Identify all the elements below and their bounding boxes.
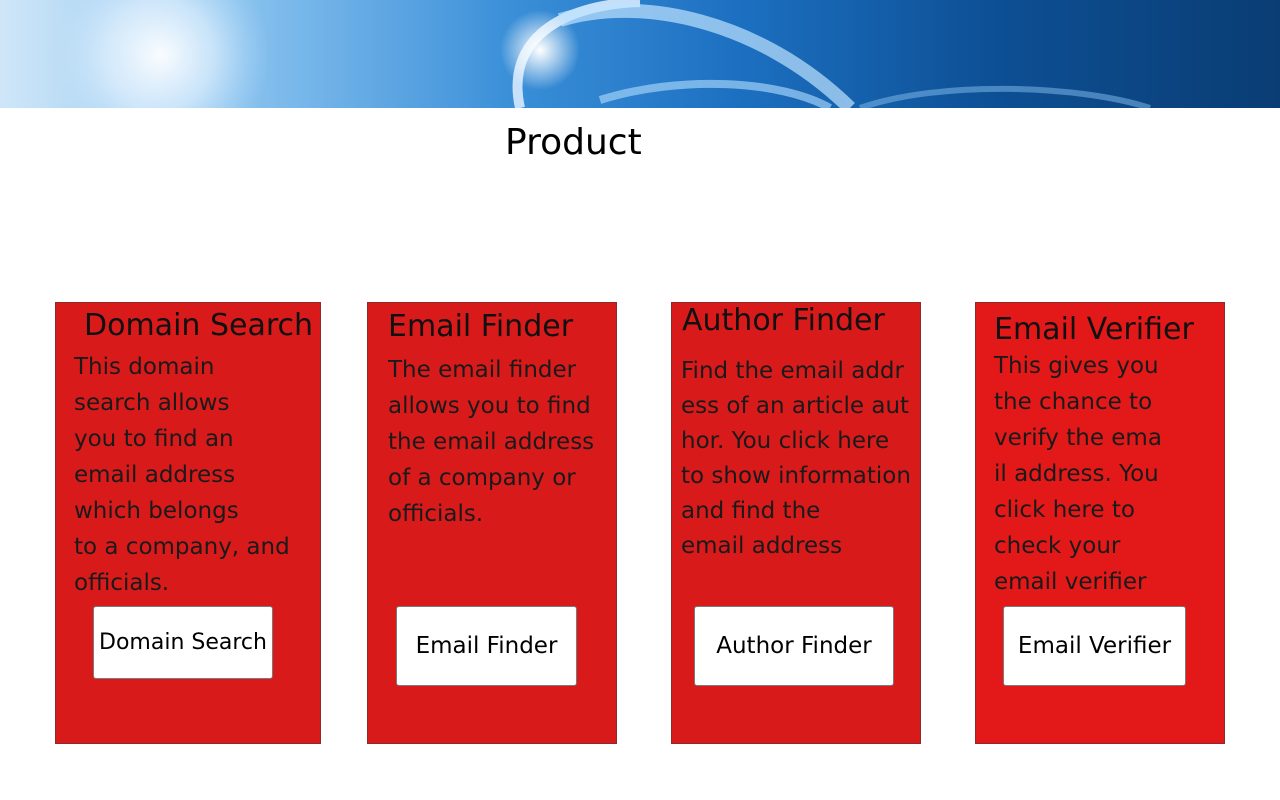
product-card-domain-search: Domain Search This domain search allows … (55, 302, 321, 744)
card-description-line: officials. (74, 570, 170, 596)
header-banner-image (0, 0, 1280, 108)
card-description-line: The email finder (388, 357, 577, 383)
product-card-email-finder: Email Finder The email finder allows you… (367, 302, 617, 744)
card-description-line: the chance to (994, 389, 1153, 415)
card-description-line: allows you to find (388, 393, 591, 419)
card-description-line: il address. You (994, 461, 1159, 487)
card-description-line: to a company, and (74, 534, 290, 560)
card-description: This gives you the chance to verify the … (994, 348, 1162, 600)
card-description: Find the email addr ess of an article au… (681, 354, 911, 564)
product-card-email-verifier: Email Verifier This gives you the chance… (975, 302, 1225, 744)
card-description-line: search allows (74, 390, 230, 416)
banner-light-graphic (50, 0, 1151, 108)
card-description-line: email address (74, 462, 236, 488)
card-description-line: to show information (681, 463, 911, 489)
card-description-line: check your (994, 533, 1121, 559)
card-description-line: ess of an article aut (681, 393, 910, 419)
card-description: This domain search allows you to find an… (74, 349, 290, 601)
card-description-line: This gives you (994, 353, 1159, 379)
card-title: Email Verifier (994, 312, 1194, 347)
card-description: The email finder allows you to find the … (388, 352, 594, 532)
card-description-line: This domain (74, 354, 215, 380)
page: Product Domain Search This domain search… (0, 0, 1280, 800)
card-description-line: email address (681, 533, 843, 559)
product-card-author-finder: Author Finder Find the email addr ess of… (671, 302, 921, 744)
card-title: Author Finder (682, 303, 885, 338)
card-description-line: which belongs (74, 498, 239, 524)
page-title: Product (505, 122, 642, 163)
card-description-line: the email address (388, 429, 595, 455)
card-description-line: of a company or (388, 465, 576, 491)
card-description-line: officials. (388, 501, 484, 527)
author-finder-button[interactable]: Author Finder (694, 606, 894, 686)
card-description-line: and find the (681, 498, 821, 524)
card-description-line: hor. You click here (681, 428, 890, 454)
card-title: Email Finder (388, 309, 574, 344)
card-title: Domain Search (84, 308, 314, 343)
card-description-line: you to find an (74, 426, 234, 452)
card-description-line: Find the email addr (681, 358, 904, 384)
card-description-line: verify the ema (994, 425, 1162, 451)
domain-search-button[interactable]: Domain Search (93, 606, 273, 679)
card-description-line: email verifier (994, 569, 1147, 595)
card-description-line: click here to (994, 497, 1135, 523)
email-verifier-button[interactable]: Email Verifier (1003, 606, 1186, 686)
email-finder-button[interactable]: Email Finder (396, 606, 577, 686)
